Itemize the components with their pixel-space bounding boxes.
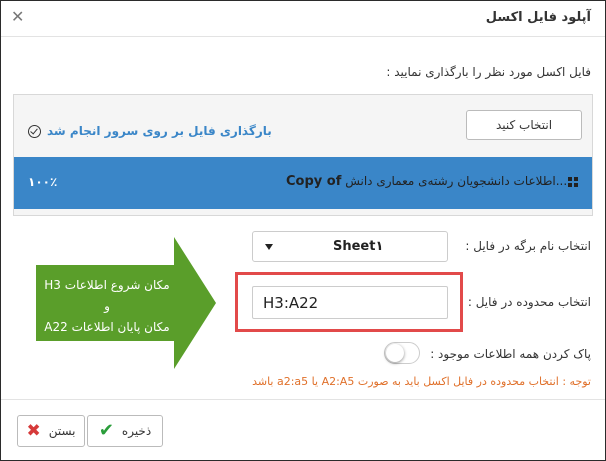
clear-data-toggle[interactable] xyxy=(384,342,420,364)
callout-line-start: مکان شروع اطلاعات H3 xyxy=(44,278,170,292)
save-button-label: ذخیره xyxy=(121,424,152,438)
uploaded-file-name: Copy of اطلاعات دانشجویان رشته‌ی معماری … xyxy=(286,174,567,189)
close-button[interactable]: بستن ✖ xyxy=(17,415,85,447)
select-file-button[interactable]: انتخاب کنید xyxy=(466,110,582,140)
sheet-select-value: Sheet۱ xyxy=(333,239,384,254)
footer-divider xyxy=(1,399,605,400)
sheet-select[interactable]: Sheet۱ xyxy=(252,231,448,262)
chevron-down-icon xyxy=(265,244,273,250)
range-format-note: توجه : انتخاب محدوده در فایل اکسل باید ب… xyxy=(252,375,591,388)
clear-data-label: پاک کردن همه اطلاعات موجود : xyxy=(430,347,591,361)
upload-excel-dialog: آپلود فایل اکسل ✕ فایل اکسل مورد نظر را … xyxy=(0,0,606,461)
close-x-icon: ✖ xyxy=(26,420,41,441)
upload-prompt: فایل اکسل مورد نظر را بارگذاری نمایید : xyxy=(386,65,591,79)
check-icon: ✔ xyxy=(98,420,114,441)
range-input-label: انتخاب محدوده در فایل : xyxy=(467,295,591,309)
upload-panel: انتخاب کنید بارگذاری فایل بر روی سرور ان… xyxy=(13,94,593,216)
progress-percent: ۱۰۰٪ xyxy=(28,175,58,189)
dialog-titlebar: آپلود فایل اکسل ✕ xyxy=(1,1,605,37)
close-icon[interactable]: ✕ xyxy=(11,9,24,25)
range-input[interactable] xyxy=(252,286,448,319)
callout-line-and: و xyxy=(104,299,110,313)
save-button[interactable]: ذخیره ✔ xyxy=(87,415,163,447)
upload-status-text: بارگذاری فایل بر روی سرور انجام شد xyxy=(47,124,272,138)
sheet-select-label: انتخاب نام برگه در فایل : xyxy=(465,239,591,253)
dialog-title: آپلود فایل اکسل xyxy=(485,10,591,25)
file-grid-icon xyxy=(568,177,578,187)
file-name-text: اطلاعات دانشجویان رشته‌ی معماری دانش... xyxy=(345,174,568,188)
callout-text: مکان شروع اطلاعات H3 و مکان پایان اطلاعا… xyxy=(39,275,175,338)
check-circle-icon xyxy=(28,124,41,138)
upload-progress-bar: ۱۰۰٪ Copy of اطلاعات دانشجویان رشته‌ی مع… xyxy=(14,157,592,209)
close-button-label: بستن xyxy=(48,424,76,438)
file-name-prefix: Copy of xyxy=(286,174,342,189)
toggle-knob xyxy=(386,344,404,362)
callout-line-end: مکان پایان اطلاعات A22 xyxy=(44,320,170,334)
upload-status: بارگذاری فایل بر روی سرور انجام شد xyxy=(28,123,272,139)
